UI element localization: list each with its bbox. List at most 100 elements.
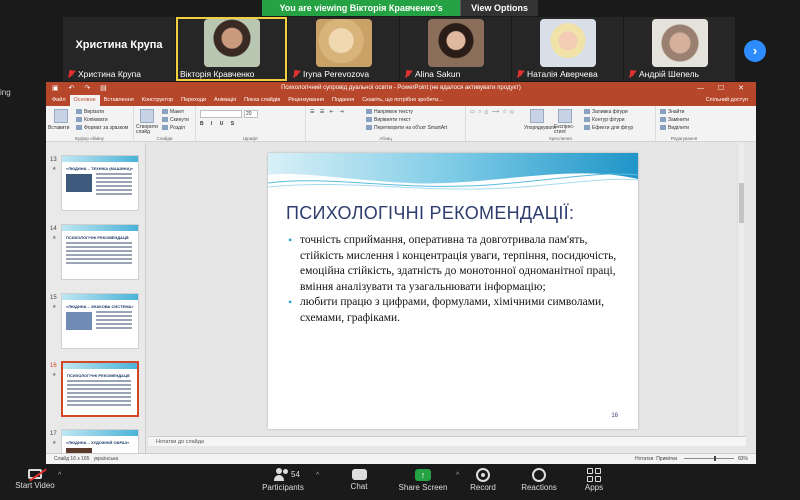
window-controls[interactable]: — ☐ ✕ bbox=[697, 82, 750, 95]
font-name-box[interactable] bbox=[200, 110, 242, 118]
search-icon bbox=[660, 109, 666, 115]
slide-thumbnail[interactable]: «ЛЮДИНА – ХУДОЖНІЙ ОБРАЗ» bbox=[61, 429, 139, 453]
paste-button[interactable]: Вставити bbox=[48, 125, 69, 131]
chat-button[interactable]: Chat bbox=[324, 468, 394, 498]
participant-tile[interactable]: Христина Крупа Христина Крупа bbox=[63, 17, 175, 81]
new-slide-icon[interactable] bbox=[140, 109, 154, 123]
star-icon: ★ bbox=[52, 372, 57, 378]
notes-pane[interactable]: Нотатки до слайда bbox=[148, 436, 746, 446]
chevron-up-icon[interactable]: ^ bbox=[58, 472, 61, 479]
notes-toggle[interactable]: Нотатки bbox=[635, 456, 653, 462]
find-button[interactable]: Знайти bbox=[660, 109, 684, 115]
tab-home[interactable]: Основне bbox=[69, 95, 100, 106]
zoom-level[interactable]: 83% bbox=[738, 456, 748, 462]
shapes-gallery[interactable]: ▭ ○ △ ⟶ ☆ ◇ bbox=[470, 109, 515, 115]
arrange-button[interactable]: Упорядкувати bbox=[524, 125, 556, 131]
thumbnail-title: ПСИХОЛОГІЧНІ РЕКОМЕНДАЦІЇ: bbox=[67, 373, 131, 378]
current-slide[interactable]: ПСИХОЛОГІЧНІ РЕКОМЕНДАЦІЇ: точність спри… bbox=[268, 153, 638, 429]
reactions-icon bbox=[532, 468, 546, 482]
thumbnail-row[interactable]: 14 ★ ПСИХОЛОГІЧНІ РЕКОМЕНДАЦІЇ: bbox=[48, 224, 142, 288]
zoom-slider[interactable] bbox=[683, 456, 734, 462]
slide-thumbnail-selected[interactable]: ПСИХОЛОГІЧНІ РЕКОМЕНДАЦІЇ: bbox=[61, 361, 139, 417]
participant-video bbox=[315, 19, 372, 67]
ppt-status-bar: Слайд 16 з 165 українська Нотатки Приміт… bbox=[46, 453, 756, 464]
participant-name: Alina Sakun bbox=[415, 69, 461, 79]
font-format-buttons[interactable]: B I U S bbox=[200, 121, 237, 127]
reset-button[interactable]: Скинути bbox=[162, 117, 189, 123]
shape-fill-button[interactable]: Заливка фігури bbox=[584, 109, 628, 115]
slide-thumbnail[interactable]: ПСИХОЛОГІЧНІ РЕКОМЕНДАЦІЇ: bbox=[61, 224, 139, 280]
effects-icon bbox=[584, 125, 590, 131]
comments-toggle[interactable]: Примітки bbox=[656, 456, 677, 462]
chevron-up-icon[interactable]: ^ bbox=[316, 472, 319, 479]
thumbnail-row[interactable]: 13 ★ «ЛЮДИНА – ТЕХНІКА (МАШИНА)» bbox=[48, 155, 142, 219]
viewing-screen-label: You are viewing Вікторія Кравченко's scr… bbox=[262, 0, 461, 29]
participant-video bbox=[427, 19, 484, 67]
slide-thumbnail[interactable]: «ЛЮДИНА – ЗНАКОВА СИСТЕМА» bbox=[61, 293, 139, 349]
select-icon bbox=[660, 125, 666, 131]
next-participants-arrow-icon[interactable]: › bbox=[744, 40, 766, 62]
ppt-ribbon-tabs: Файл Основне Вставлення Конструктор Пере… bbox=[46, 95, 756, 106]
arrange-icon[interactable] bbox=[530, 109, 544, 123]
share-button[interactable]: Спільний доступ bbox=[706, 95, 748, 106]
ppt-workspace: 13 ★ «ЛЮДИНА – ТЕХНІКА (МАШИНА)» 14 ★ ПС… bbox=[46, 143, 756, 453]
shape-outline-button[interactable]: Контур фігури bbox=[584, 117, 624, 123]
font-size-box[interactable]: 20 bbox=[244, 110, 258, 118]
format-painter-button[interactable]: Формат за зразком bbox=[76, 125, 128, 131]
thumbnail-row[interactable]: 15 ★ «ЛЮДИНА – ЗНАКОВА СИСТЕМА» bbox=[48, 293, 142, 357]
align-text-button[interactable]: Вирівняти текст bbox=[366, 117, 411, 123]
ppt-window-title: Психологічний супровід дуальної освіти -… bbox=[281, 85, 521, 91]
thumbnail-number: 14 bbox=[50, 226, 57, 232]
tab-insert[interactable]: Вставлення bbox=[100, 95, 138, 106]
editing-group: Знайти Замінити Виділити Редагування bbox=[656, 106, 712, 142]
layout-button[interactable]: Макет bbox=[162, 109, 184, 115]
list-buttons[interactable]: ☰ ☰ ⇤ ⇥ bbox=[310, 109, 346, 115]
quick-styles-button[interactable]: Експрес-стилі bbox=[554, 125, 576, 135]
slide-counter: Слайд 16 з 165 bbox=[54, 456, 90, 462]
view-options-button[interactable]: View Options bbox=[460, 0, 538, 16]
group-label: Шрифт bbox=[243, 136, 258, 141]
star-icon: ★ bbox=[52, 440, 57, 446]
cut-button[interactable]: Вирізати bbox=[76, 109, 104, 115]
quick-styles-icon[interactable] bbox=[558, 109, 572, 123]
copy-button[interactable]: Копіювати bbox=[76, 117, 108, 123]
camera-off-icon bbox=[28, 468, 47, 482]
apps-button[interactable]: Apps bbox=[559, 468, 629, 498]
participant-tile[interactable]: Iryna Perevozova bbox=[288, 17, 399, 81]
scissors-icon bbox=[76, 109, 82, 115]
vertical-scrollbar[interactable] bbox=[737, 143, 744, 436]
shape-effects-button[interactable]: Ефекти для фігур bbox=[584, 125, 633, 131]
tab-design[interactable]: Конструктор bbox=[138, 95, 177, 106]
participant-tile[interactable]: Alina Sakun bbox=[400, 17, 511, 81]
slide-bullet: любити працю з цифрами, формулами, хіміч… bbox=[286, 295, 631, 326]
tab-animations[interactable]: Анімація bbox=[210, 95, 240, 106]
smartart-button[interactable]: Перетворити на об'єкт SmartArt bbox=[366, 125, 447, 131]
tab-slideshow[interactable]: Показ слайдів bbox=[240, 95, 284, 106]
replace-icon bbox=[660, 117, 666, 123]
tab-transitions[interactable]: Переходи bbox=[177, 95, 210, 106]
thumbnail-row[interactable]: 17 ★ «ЛЮДИНА – ХУДОЖНІЙ ОБРАЗ» bbox=[48, 429, 142, 453]
text-direction-button[interactable]: Напрямок тексту bbox=[366, 109, 413, 115]
tab-view[interactable]: Подання bbox=[328, 95, 358, 106]
tab-file[interactable]: Файл bbox=[48, 95, 70, 106]
language-indicator[interactable]: українська bbox=[94, 456, 119, 462]
thumbnail-row[interactable]: 16 ★ ПСИХОЛОГІЧНІ РЕКОМЕНДАЦІЇ: bbox=[48, 361, 142, 425]
participant-tile[interactable]: Наталія Аверчева bbox=[512, 17, 623, 81]
participants-button[interactable]: 54 Participants bbox=[248, 468, 318, 498]
tab-review[interactable]: Рецензування bbox=[284, 95, 328, 106]
replace-button[interactable]: Замінити bbox=[660, 117, 689, 123]
slide-thumbnail[interactable]: «ЛЮДИНА – ТЕХНІКА (МАШИНА)» bbox=[61, 155, 139, 211]
participant-tile[interactable]: Андрій Шепель bbox=[624, 17, 735, 81]
thumbnail-number: 15 bbox=[50, 295, 57, 301]
participant-tile[interactable]: Вікторія Кравченко bbox=[176, 17, 287, 81]
fill-icon bbox=[584, 109, 590, 115]
paste-icon[interactable] bbox=[54, 109, 68, 123]
new-slide-button[interactable]: Створити слайд bbox=[136, 125, 162, 135]
select-button[interactable]: Виділити bbox=[660, 125, 689, 131]
tell-me-search[interactable]: Скажіть, що потрібно зробити... bbox=[358, 95, 446, 106]
thumbnail-number: 17 bbox=[50, 431, 57, 437]
apps-icon bbox=[587, 468, 601, 482]
star-icon: ★ bbox=[52, 235, 57, 241]
section-button[interactable]: Розділ bbox=[162, 125, 185, 131]
slide-bullet: точність сприймання, оперативна та довго… bbox=[286, 233, 631, 295]
